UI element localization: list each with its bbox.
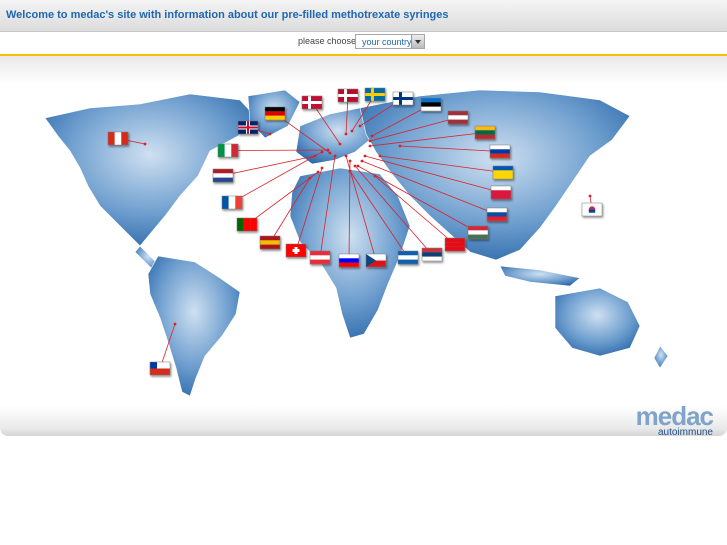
link-dot-hungary bbox=[356, 164, 360, 168]
flag-austria[interactable] bbox=[309, 250, 331, 265]
flag-south-korea[interactable] bbox=[581, 202, 603, 217]
flag-spain[interactable] bbox=[259, 235, 281, 250]
flag-turkey[interactable] bbox=[444, 237, 466, 252]
flag-greece[interactable] bbox=[397, 250, 419, 265]
link-dot-norway bbox=[344, 132, 348, 136]
logo-brand: medac bbox=[635, 401, 714, 431]
chooser-label: please choose: bbox=[298, 36, 359, 46]
flag-russia[interactable] bbox=[489, 144, 511, 159]
continents bbox=[44, 89, 669, 397]
link-dot-netherlands bbox=[313, 154, 317, 158]
flag-czech-republic[interactable] bbox=[365, 253, 387, 268]
link-dot-czech-republic bbox=[344, 154, 348, 158]
link-line-netherlands bbox=[222, 155, 316, 176]
country-chooser: please choose: your country bbox=[0, 32, 727, 56]
link-dot-russia bbox=[398, 144, 402, 148]
australia bbox=[554, 287, 641, 357]
flag-italy[interactable] bbox=[217, 143, 239, 158]
flag-netherlands[interactable] bbox=[212, 168, 234, 183]
page-title: Welcome to medac's site with information… bbox=[6, 9, 449, 21]
flag-poland[interactable] bbox=[490, 185, 512, 200]
link-dot-united-kingdom bbox=[268, 132, 272, 136]
flag-latvia[interactable] bbox=[447, 110, 469, 125]
flag-serbia[interactable] bbox=[421, 247, 443, 262]
link-dot-finland bbox=[358, 124, 362, 128]
flag-lithuania[interactable] bbox=[474, 125, 496, 140]
link-dot-sweden bbox=[350, 129, 354, 133]
link-dot-italy bbox=[326, 148, 330, 152]
country-select[interactable]: your country bbox=[355, 34, 425, 49]
link-dot-chile bbox=[173, 322, 177, 326]
chevron-down-icon[interactable] bbox=[411, 35, 424, 48]
link-dot-lithuania bbox=[368, 144, 372, 148]
link-dot-slovenia bbox=[348, 159, 352, 163]
link-dot-portugal bbox=[316, 170, 320, 174]
link-dot-ukraine bbox=[378, 154, 382, 158]
flag-slovenia[interactable] bbox=[338, 253, 360, 268]
link-line-italy bbox=[227, 149, 329, 151]
flag-chile[interactable] bbox=[149, 361, 171, 376]
flag-slovakia[interactable] bbox=[486, 207, 508, 222]
flag-norway[interactable] bbox=[337, 88, 359, 103]
header-bar: Welcome to medac's site with information… bbox=[0, 0, 727, 32]
link-dot-austria bbox=[333, 154, 337, 158]
flag-portugal[interactable] bbox=[236, 217, 258, 232]
flag-estonia[interactable] bbox=[420, 97, 442, 112]
flag-finland[interactable] bbox=[392, 91, 414, 106]
link-dot-france bbox=[320, 150, 324, 154]
country-select-value: your country bbox=[362, 37, 412, 47]
flag-switzerland[interactable] bbox=[285, 243, 307, 258]
link-dot-turkey bbox=[373, 174, 377, 178]
indonesia bbox=[499, 265, 581, 287]
flag-france[interactable] bbox=[221, 195, 243, 210]
link-dot-south-korea bbox=[588, 194, 592, 198]
flag-hungary[interactable] bbox=[467, 225, 489, 240]
link-dot-switzerland bbox=[320, 166, 324, 170]
flag-denmark[interactable] bbox=[301, 95, 323, 110]
link-dot-germany bbox=[328, 151, 332, 155]
flag-germany[interactable] bbox=[264, 106, 286, 121]
link-dot-slovakia bbox=[360, 159, 364, 163]
flag-sweden[interactable] bbox=[364, 87, 386, 102]
link-dot-estonia bbox=[370, 134, 374, 138]
flag-united-kingdom[interactable] bbox=[237, 120, 259, 135]
new-zealand bbox=[653, 345, 669, 369]
link-dot-poland bbox=[363, 154, 367, 158]
link-dot-denmark bbox=[338, 142, 342, 146]
flag-canada[interactable] bbox=[107, 131, 129, 146]
link-dot-latvia bbox=[368, 139, 372, 143]
world-map bbox=[44, 87, 669, 397]
link-dot-serbia bbox=[353, 164, 357, 168]
link-dot-canada bbox=[143, 142, 147, 146]
flag-ukraine[interactable] bbox=[492, 165, 514, 180]
medac-logo[interactable]: medac autoimmune bbox=[635, 401, 714, 438]
